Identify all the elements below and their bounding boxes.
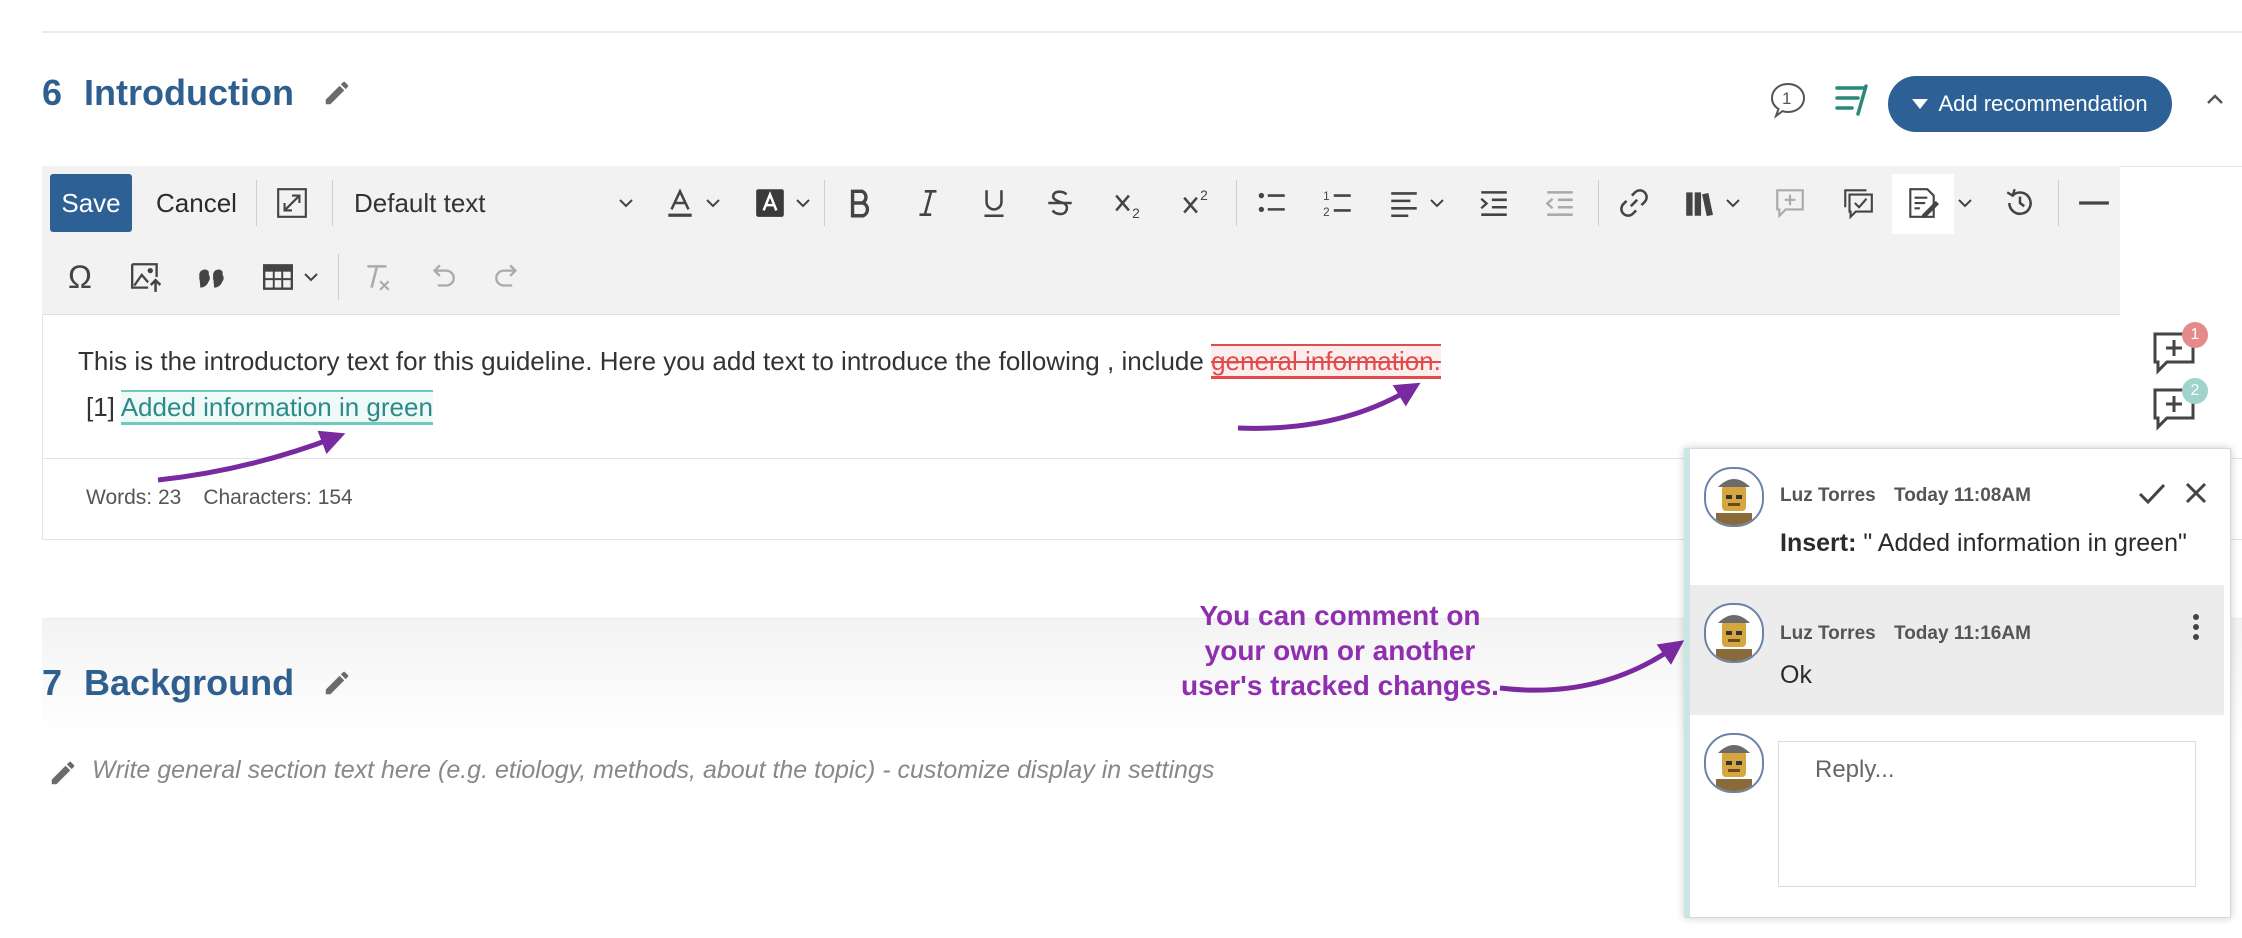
comment-thread-item: Luz Torres Today 11:16AM Ok [1690, 585, 2224, 715]
avatar[interactable] [1704, 603, 1764, 663]
avatar[interactable] [1704, 733, 1764, 793]
avatar[interactable] [1704, 467, 1764, 527]
arrow-to-comments [1499, 640, 1685, 693]
arrow-to-deletion [1237, 382, 1421, 431]
comment-text: Ok [1780, 661, 1812, 689]
comment-time: Today 11:08AM [1894, 485, 2031, 506]
comment-text: Insert: " Added information in green" [1780, 529, 2187, 557]
reply-input[interactable]: Reply... [1778, 741, 2196, 887]
comment-author: Luz Torres [1780, 485, 1876, 506]
comment-time: Today 11:16AM [1894, 623, 2031, 644]
comments-panel: Luz Torres Today 11:08AM Insert: " Added… [1684, 448, 2231, 918]
comment-thread-item: Luz Torres Today 11:08AM Insert: " Added… [1690, 449, 2224, 585]
arrow-to-insertion [157, 430, 346, 483]
reject-change-icon[interactable] [2178, 475, 2214, 511]
more-options-icon[interactable] [2184, 609, 2208, 645]
comment-author: Luz Torres [1780, 623, 1876, 644]
accept-change-icon[interactable] [2134, 475, 2170, 511]
